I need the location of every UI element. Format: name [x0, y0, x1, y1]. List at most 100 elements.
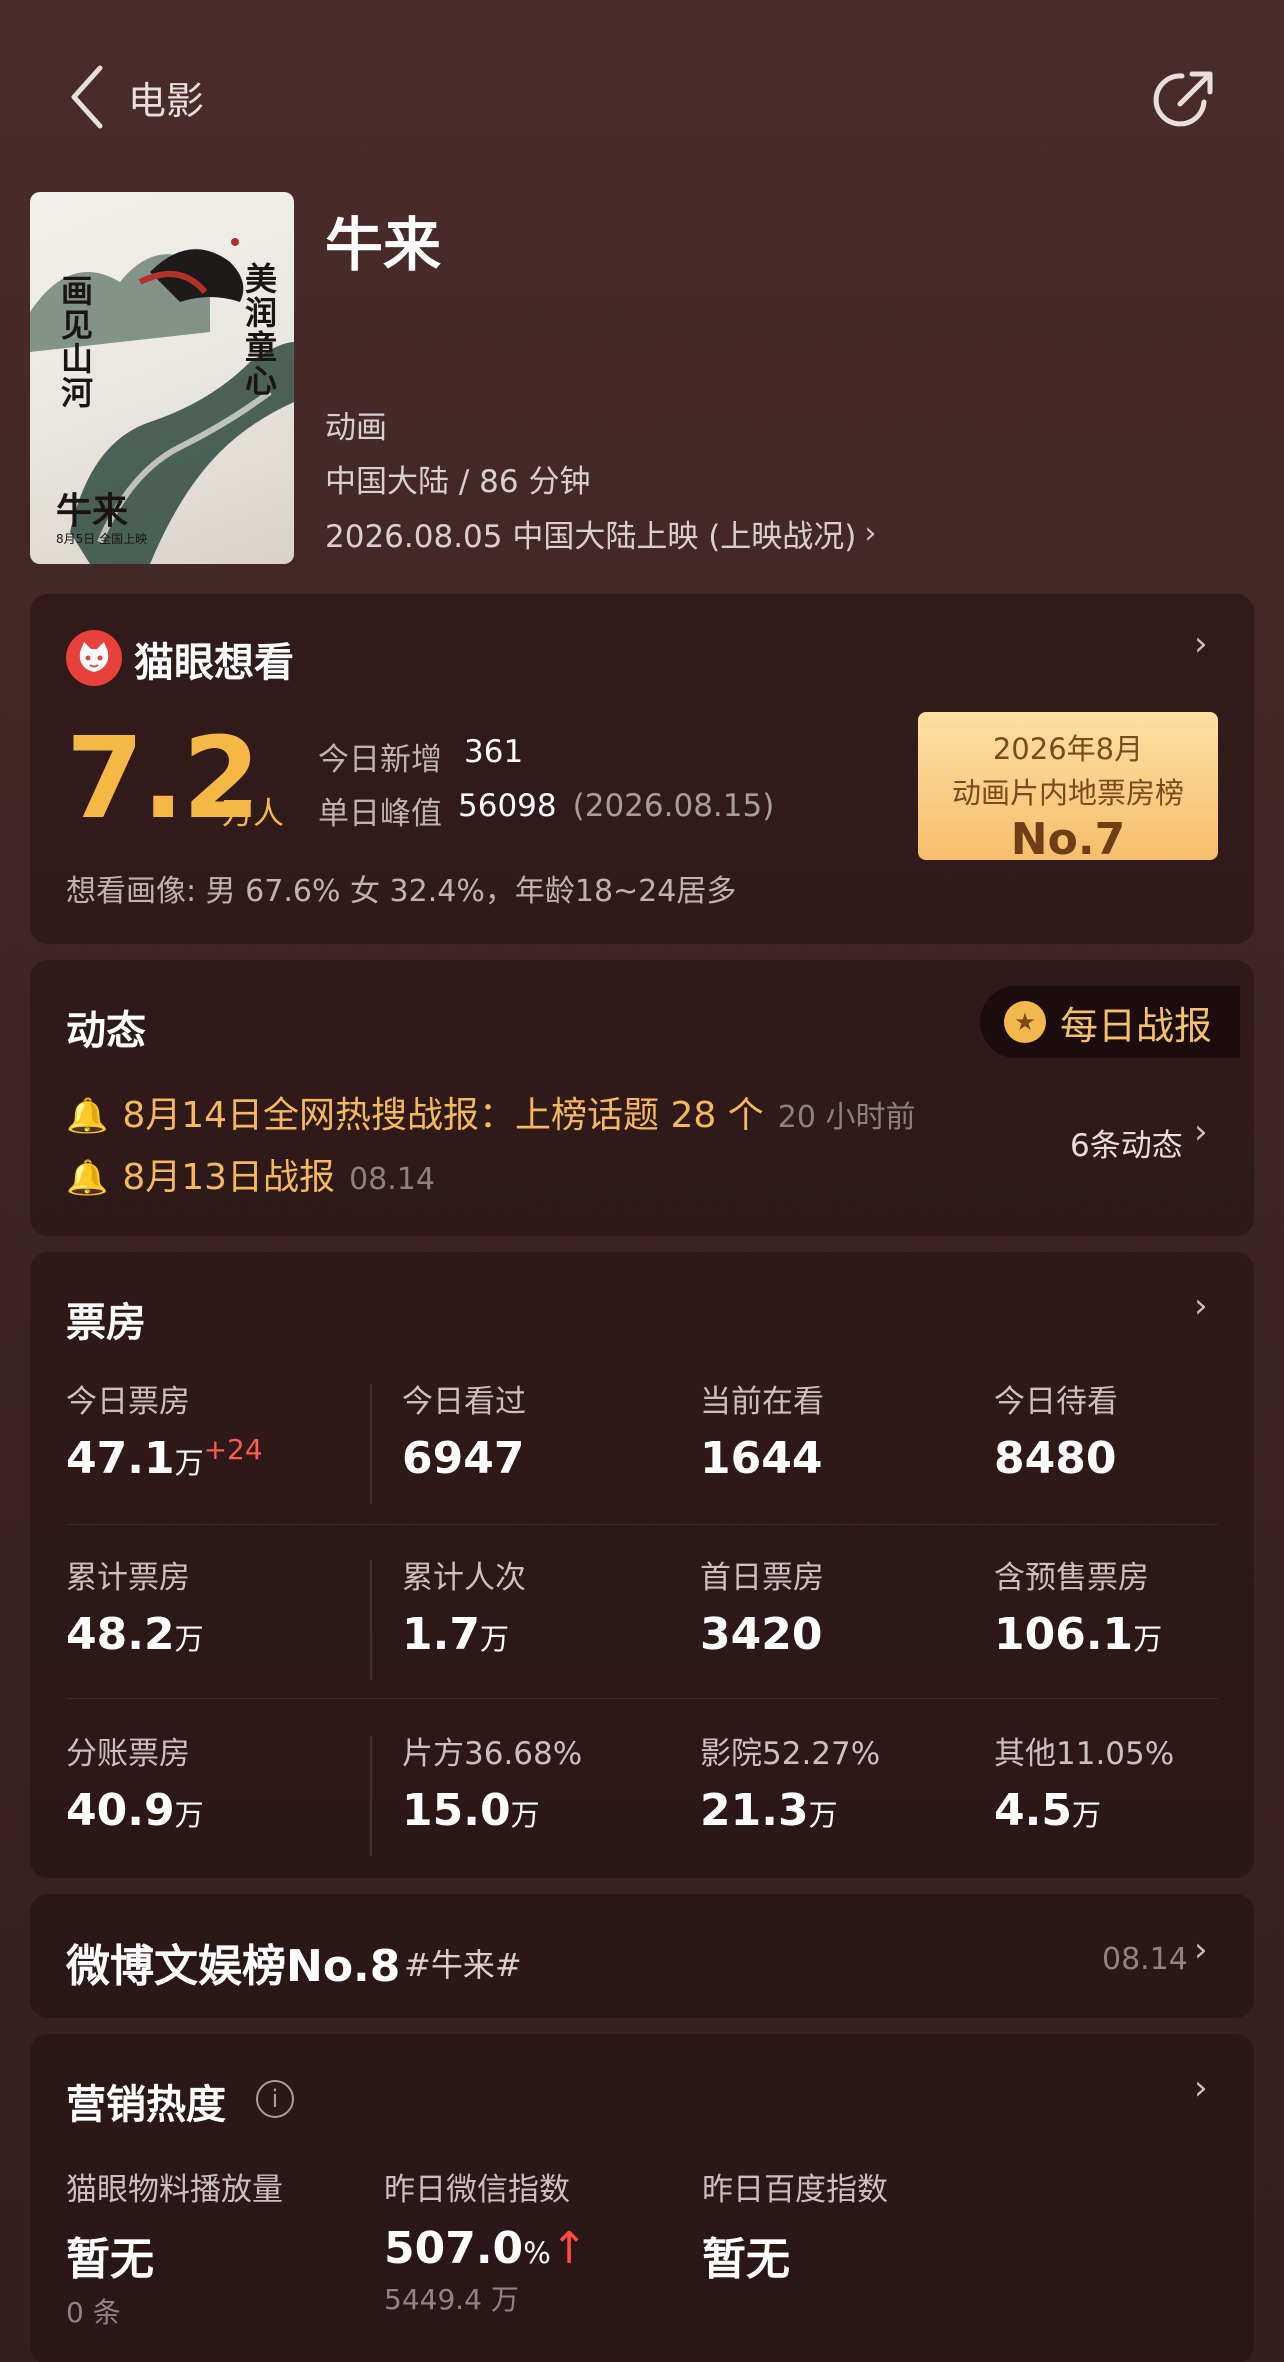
stat-number: 6947 [402, 1433, 525, 1484]
audience-portrait: 想看画像: 男 67.6% 女 32.4%，年龄18~24居多 [66, 874, 737, 909]
update-text: 8月14日全网热搜战报：上榜话题 28 个 [122, 1095, 764, 1136]
daily-report-button[interactable]: ★ 每日战报 [980, 986, 1240, 1058]
stat-value: 15.0万 [402, 1785, 582, 1836]
want-to-watch-card[interactable]: 猫眼想看 › 7.2 万人 今日新增 361 单日峰值 56098 (2026.… [30, 594, 1254, 944]
stat-cinema-share: 影院52.27% 21.3万 [700, 1728, 880, 1836]
movie-genre: 动画 [325, 410, 387, 446]
want-title: 猫眼想看 [134, 640, 294, 686]
stat-label: 今日票房 [66, 1384, 190, 1420]
update-item[interactable]: 🔔 8月14日全网热搜战报：上榜话题 28 个 20 小时前 [66, 1086, 915, 1138]
chevron-right-icon: › [1194, 624, 1208, 664]
weibo-ranking-card[interactable]: 微博文娱榜No.8 #牛来# 08.14 › [30, 1894, 1254, 2018]
stat-label: 首日票房 [700, 1560, 824, 1596]
stat-label: 今日看过 [402, 1384, 526, 1420]
stat-value: 40.9万 [66, 1785, 204, 1836]
chevron-right-icon: › [1194, 1930, 1208, 1970]
rank-category: 动画片内地票房榜 [951, 776, 1184, 810]
poster-date: 8月5日 全国上映 [56, 532, 148, 546]
release-text: 2026.08.05 中国大陆上映 (上映战况) [325, 519, 857, 555]
stat-today-to-watch: 今日待看 8480 [994, 1376, 1118, 1484]
weibo-ranking-title: 微博文娱榜No.8 [66, 1941, 401, 1992]
daily-report-label: 每日战报 [1060, 1003, 1213, 1048]
weibo-date: 08.14 [1102, 1942, 1188, 1977]
metric-label: 猫眼物料播放量 [66, 2172, 283, 2208]
back-label[interactable]: 电影 [128, 70, 204, 125]
stat-incl-presale: 含预售票房 106.1万 [994, 1552, 1162, 1660]
stat-number: 1.7 [402, 1609, 480, 1660]
stat-number: 4.5 [994, 1785, 1072, 1836]
stat-unit: 万 [1133, 1622, 1163, 1656]
metric-sub: 5449.4 万 [384, 2283, 519, 2316]
today-added-label: 今日新增 [318, 742, 442, 778]
metric-value: 暂无 [66, 2234, 154, 2285]
stat-today-watched: 今日看过 6947 [402, 1376, 526, 1484]
box-office-card[interactable]: 票房 › 今日票房 47.1万+24 今日看过 6947 当前在看 1644 今… [30, 1252, 1254, 1878]
stat-value: 21.3万 [700, 1785, 880, 1836]
updates-title: 动态 [66, 1008, 146, 1054]
stat-unit: 万 [479, 1622, 509, 1656]
stat-number: 1644 [700, 1433, 823, 1484]
row-divider [66, 1698, 1218, 1699]
stat-unit: 万 [174, 1622, 204, 1656]
updates-count-link[interactable]: 6条动态 [1070, 1120, 1183, 1165]
movie-release-link[interactable]: 2026.08.05 中国大陆上映 (上映战况) › [325, 511, 876, 556]
chevron-right-icon: › [1194, 2068, 1208, 2108]
metric-maoyan-plays: 猫眼物料播放量 暂无 0 条 [66, 2164, 283, 2331]
bell-icon: 🔔 [66, 1158, 109, 1198]
stat-delta: +24 [203, 1433, 263, 1466]
stat-number: 47.1 [66, 1433, 175, 1484]
update-time: 08.14 [349, 1162, 435, 1197]
poster-slogan-left: 画见山河 [56, 274, 94, 410]
stat-number: 15.0 [402, 1785, 511, 1836]
marketing-title: 营销热度 [66, 2082, 226, 2128]
stat-label: 影院52.27% [700, 1736, 881, 1772]
metric-value: 507.0%↑ [384, 2223, 588, 2274]
movie-poster[interactable]: 画见山河 美润童心 牛来 8月5日 全国上映 [30, 192, 294, 564]
metric-number: 507.0 [384, 2223, 524, 2274]
update-item[interactable]: 🔔 8月13日战报 08.14 [66, 1148, 435, 1200]
chevron-right-icon: › [1194, 1286, 1208, 1326]
stat-label: 累计人次 [402, 1560, 526, 1596]
want-unit: 万人 [222, 796, 284, 832]
ranking-badge[interactable]: 2026年8月 动画片内地票房榜 No.7 [918, 712, 1218, 865]
stat-number: 106.1 [994, 1609, 1134, 1660]
today-added-value: 361 [464, 734, 524, 770]
share-icon[interactable] [1152, 64, 1220, 132]
update-text: 8月13日战报 [122, 1157, 336, 1198]
stat-today-box-office: 今日票房 47.1万+24 [66, 1376, 263, 1484]
stat-label: 今日待看 [994, 1384, 1118, 1420]
stat-unit: 万 [808, 1798, 838, 1832]
info-icon[interactable]: i [256, 2080, 294, 2118]
marketing-heat-card[interactable]: 营销热度 i › 猫眼物料播放量 暂无 0 条 昨日微信指数 507.0%↑ 5… [30, 2034, 1254, 2362]
metric-label: 昨日百度指数 [702, 2172, 888, 2208]
stat-value: 4.5万 [994, 1785, 1174, 1836]
stat-value: 106.1万 [994, 1609, 1162, 1660]
column-divider [370, 1736, 372, 1856]
stat-label: 当前在看 [700, 1384, 824, 1420]
peak-label: 单日峰值 [318, 796, 442, 832]
peak-date: (2026.08.15) [572, 788, 775, 824]
updates-card[interactable]: 动态 ★ 每日战报 🔔 8月14日全网热搜战报：上榜话题 28 个 20 小时前… [30, 960, 1254, 1236]
stat-number: 40.9 [66, 1785, 175, 1836]
stat-value: 1.7万 [402, 1609, 526, 1660]
rank-number: No.7 [1010, 814, 1126, 865]
medal-icon: ★ [1004, 1001, 1046, 1043]
peak-row: 单日峰值 56098 (2026.08.15) [318, 788, 774, 833]
back-arrow-icon[interactable] [66, 62, 110, 132]
stat-total-box-office: 累计票房 48.2万 [66, 1552, 204, 1660]
stat-value: 48.2万 [66, 1609, 204, 1660]
update-time: 20 小时前 [777, 1100, 916, 1135]
stat-label: 片方36.68% [402, 1736, 583, 1772]
stat-producer-share: 片方36.68% 15.0万 [402, 1728, 582, 1836]
stat-value: 8480 [994, 1433, 1118, 1484]
stat-unit: 万 [174, 1446, 204, 1480]
stat-other-share: 其他11.05% 4.5万 [994, 1728, 1174, 1836]
movie-region-duration: 中国大陆 / 86 分钟 [325, 464, 591, 500]
stat-number: 3420 [700, 1609, 823, 1660]
stat-first-day: 首日票房 3420 [700, 1552, 824, 1660]
bell-icon: 🔔 [66, 1096, 109, 1136]
stat-number: 8480 [994, 1433, 1117, 1484]
up-arrow-icon: ↑ [550, 2223, 588, 2274]
stat-value: 1644 [700, 1433, 824, 1484]
metric-unit: % [523, 2236, 551, 2270]
